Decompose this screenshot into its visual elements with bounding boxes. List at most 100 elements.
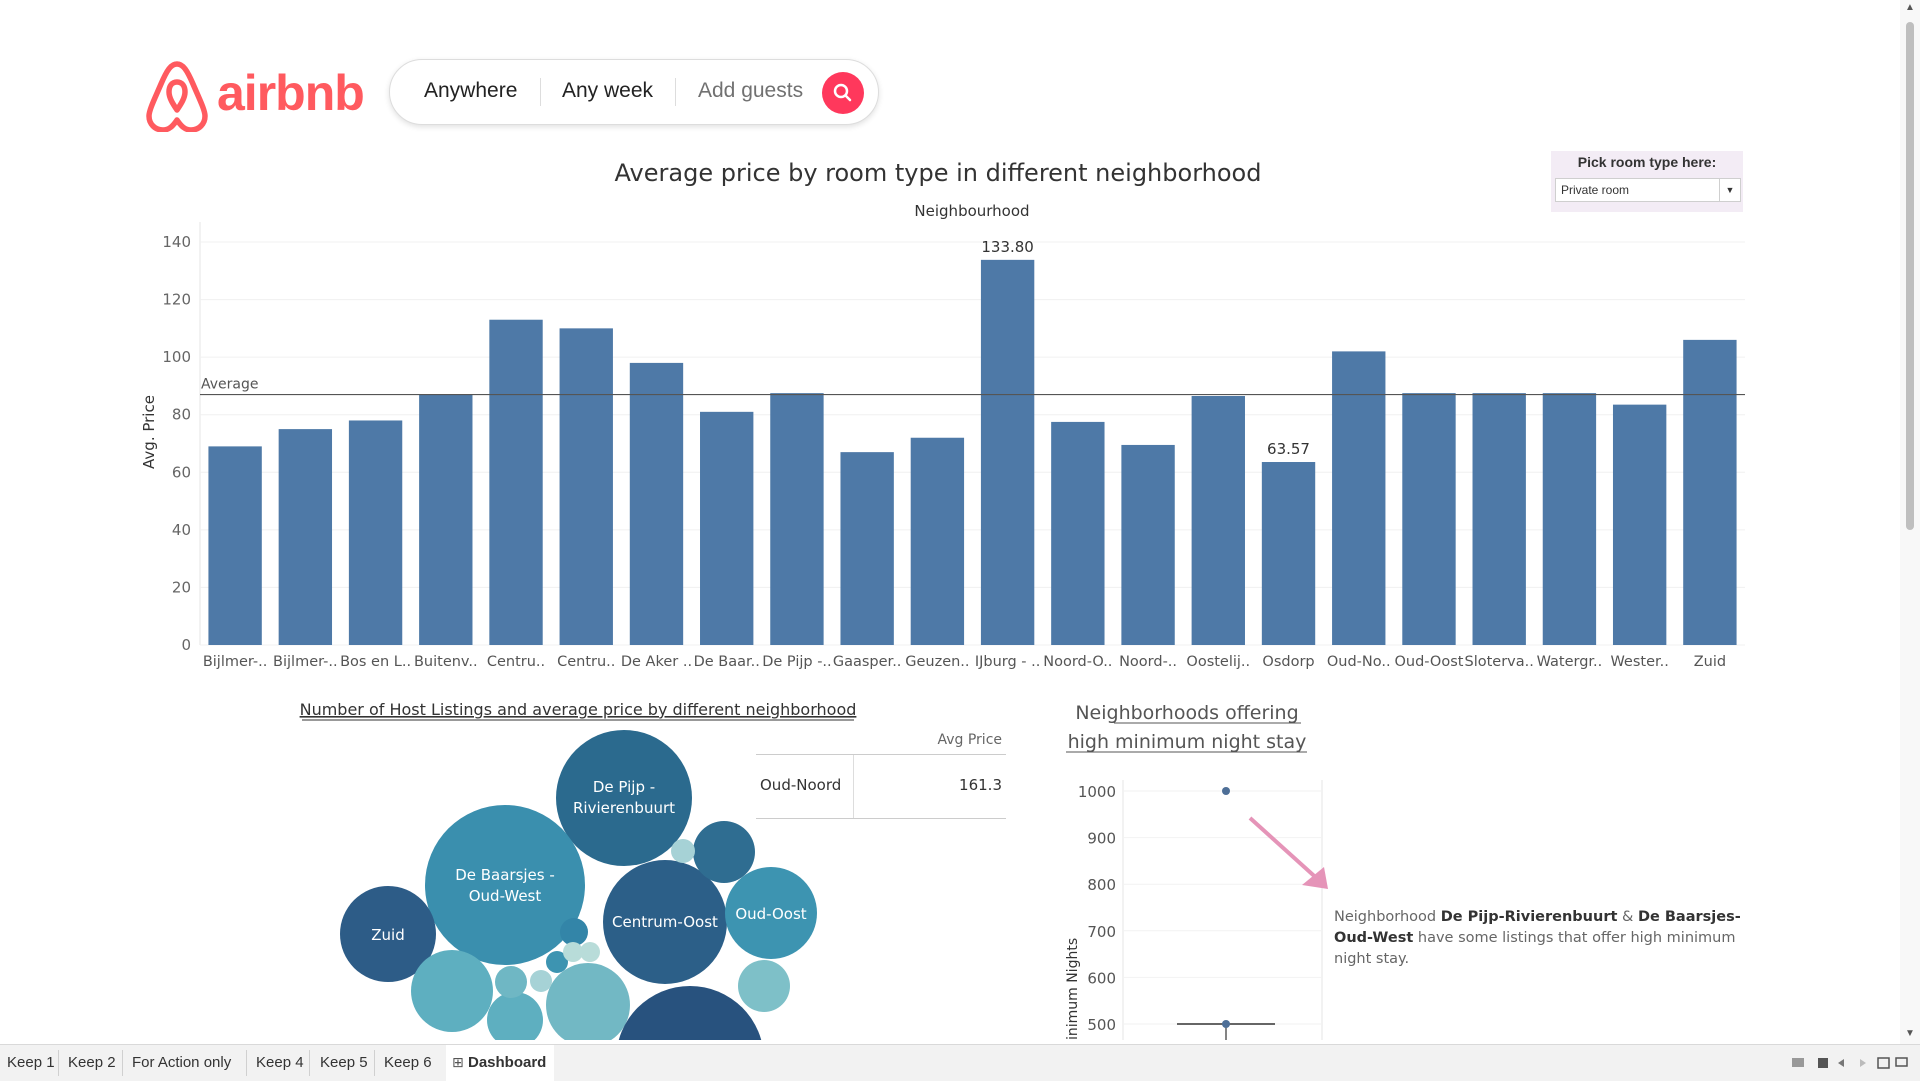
- scroll-down-icon[interactable]: ▼: [1905, 1028, 1915, 1039]
- bar[interactable]: [1402, 393, 1456, 645]
- bubble[interactable]: [495, 966, 527, 998]
- y-axis-label: Minimum Nights: [1065, 938, 1081, 1040]
- x-tick-labels: Bijlmer-.. Bijlmer-.. Bos en L.. Buitenv.. C…: [203, 654, 1726, 670]
- bar[interactable]: [980, 259, 1035, 645]
- average-label: Average: [201, 377, 259, 393]
- bar[interactable]: [1542, 393, 1597, 645]
- y-tick-label: 20: [172, 578, 191, 596]
- bar[interactable]: [278, 429, 333, 645]
- stop-icon[interactable]: [1818, 1058, 1828, 1068]
- divider: [246, 1050, 247, 1076]
- x-tick-label: Wester..: [1610, 654, 1668, 670]
- bubble[interactable]: [487, 992, 543, 1040]
- annotation-prefix: Neighborhood: [1334, 909, 1441, 925]
- scrollbar-thumb[interactable]: [1906, 22, 1914, 530]
- bubble-label: Centrum-Oost: [612, 913, 718, 931]
- tab-keep-5[interactable]: Keep 5: [320, 1054, 368, 1071]
- x-tick-label: IJburg - ..: [975, 654, 1041, 670]
- bar[interactable]: [1332, 351, 1386, 645]
- filmstrip-icon[interactable]: [1792, 1058, 1804, 1067]
- scroll-up-icon[interactable]: ▲: [1905, 2, 1915, 13]
- bubble[interactable]: [530, 970, 552, 992]
- column-header: Neighbourhood: [914, 202, 1029, 220]
- bars: 133.80 63.57: [208, 238, 1737, 645]
- tab-keep-1[interactable]: Keep 1: [7, 1054, 55, 1071]
- bubble[interactable]: [738, 960, 790, 1012]
- bubble-label: Zuid: [371, 926, 404, 944]
- tab-for-action-only[interactable]: For Action only: [132, 1054, 231, 1071]
- data-point[interactable]: [1222, 787, 1230, 795]
- bar[interactable]: [348, 420, 403, 645]
- table-row[interactable]: Oud-Noord 161.3: [756, 754, 1006, 819]
- x-tick-label: Osdorp: [1262, 654, 1314, 670]
- x-tick-label: Oostelij..: [1186, 654, 1250, 670]
- y-tick-label: 1000: [1078, 783, 1116, 801]
- bar[interactable]: [1191, 396, 1245, 645]
- divider: [374, 1050, 375, 1076]
- x-tick-label: Oud-No..: [1327, 654, 1391, 670]
- bar[interactable]: [629, 362, 684, 645]
- bar[interactable]: [559, 328, 613, 645]
- x-tick-label: Centru..: [487, 654, 545, 670]
- bar[interactable]: [1472, 393, 1526, 645]
- tab-keep-4[interactable]: Keep 4: [256, 1054, 304, 1071]
- x-tick-label: De Aker ..: [621, 654, 692, 670]
- bubble-label: Oud-Oost: [735, 905, 806, 923]
- y-tick-label: 500: [1087, 1016, 1116, 1034]
- x-tick-label: Noord-..: [1119, 654, 1177, 670]
- data-point[interactable]: [1222, 1020, 1230, 1028]
- y-tick-label: 0: [181, 636, 191, 654]
- y-tick-label: 60: [172, 463, 191, 481]
- min-nights-title-2: high minimum night stay: [1068, 731, 1307, 753]
- x-tick-label: Bijlmer-..: [203, 654, 268, 670]
- present-icon[interactable]: [1895, 1057, 1908, 1067]
- bubble[interactable]: [560, 918, 588, 946]
- bar[interactable]: [910, 437, 965, 645]
- x-tick-label: De Baar..: [694, 654, 760, 670]
- y-axis-label: Avg. Price: [140, 395, 158, 469]
- x-tick-label: Watergr..: [1537, 654, 1603, 670]
- bubble[interactable]: [671, 839, 695, 863]
- x-tick-label: Bijlmer-..: [273, 654, 338, 670]
- tab-dashboard[interactable]: ⊞ Dashboard: [446, 1045, 554, 1081]
- bar[interactable]: [700, 411, 754, 645]
- bar-chart: Average price by room type in different …: [140, 159, 1745, 670]
- bubble[interactable]: [580, 942, 600, 962]
- y-tick-label: 800: [1087, 876, 1116, 894]
- bar[interactable]: [208, 446, 262, 645]
- tab-dashboard-label: Dashboard: [468, 1054, 547, 1071]
- prev-icon[interactable]: [1838, 1059, 1844, 1067]
- bubble[interactable]: [693, 821, 755, 883]
- data-label: 63.57: [1267, 440, 1310, 458]
- vertical-scrollbar[interactable]: ▲ ▼: [1900, 0, 1920, 1044]
- data-label: 133.80: [981, 238, 1034, 256]
- bubble[interactable]: [425, 805, 585, 965]
- bubble[interactable]: [546, 963, 630, 1040]
- bar[interactable]: [1612, 404, 1667, 645]
- y-tick-label: 80: [172, 406, 191, 424]
- divider: [122, 1050, 123, 1076]
- bar[interactable]: [1121, 444, 1175, 645]
- bubble-label: De Pijp -: [593, 778, 655, 796]
- fullscreen-icon[interactable]: [1877, 1057, 1890, 1069]
- y-tick-label: 120: [162, 291, 191, 309]
- y-tick-label: 40: [172, 521, 191, 539]
- bar[interactable]: [1261, 462, 1316, 645]
- bubble[interactable]: [411, 950, 493, 1032]
- bar[interactable]: [770, 393, 824, 645]
- tab-keep-6[interactable]: Keep 6: [384, 1054, 432, 1071]
- bubble-chart-title: Number of Host Listings and average pric…: [300, 700, 857, 719]
- bar[interactable]: [489, 319, 543, 645]
- next-icon[interactable]: [1860, 1059, 1866, 1067]
- bar[interactable]: [1683, 339, 1737, 645]
- bar[interactable]: [419, 394, 473, 645]
- tab-keep-2[interactable]: Keep 2: [68, 1054, 116, 1071]
- divider: [309, 1050, 310, 1076]
- bubble[interactable]: [556, 730, 692, 866]
- bar[interactable]: [840, 452, 894, 645]
- y-tick-labels: 500 600 700 800 900 1000: [1078, 783, 1322, 1034]
- sheet-tabs: Keep 1 Keep 2 For Action only Keep 4 Kee…: [0, 1044, 1920, 1081]
- bar[interactable]: [1051, 421, 1105, 645]
- annotation-text: Neighborhood De Pijp-Rivierenbuurt & De …: [1334, 907, 1754, 970]
- divider: [853, 755, 854, 818]
